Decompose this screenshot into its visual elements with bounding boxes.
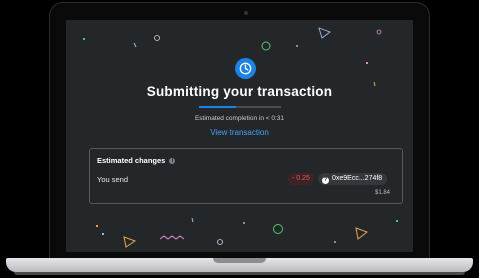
confetti-squiggle <box>159 235 185 240</box>
confetti-circle <box>376 29 382 35</box>
confetti-circle <box>154 35 160 41</box>
confetti-dash <box>133 42 137 48</box>
confetti-dot <box>83 38 85 40</box>
confetti-circle <box>217 239 223 245</box>
estimated-changes-panel: Estimated changes i You send - 0.25 ? 0xe… <box>89 148 403 204</box>
transaction-screen: Submitting your transaction Estimated co… <box>66 20 413 252</box>
confetti-triangle <box>318 27 331 39</box>
send-amount-badge: - 0.25 <box>288 173 314 185</box>
info-icon[interactable]: i <box>169 158 176 165</box>
camera <box>244 11 248 15</box>
confetti-circle <box>273 224 283 234</box>
confetti-dot <box>366 62 368 64</box>
you-send-label: You send <box>97 175 129 184</box>
confetti-circle <box>261 41 271 51</box>
confetti-dot <box>102 233 104 235</box>
laptop-notch <box>213 258 266 263</box>
estimated-changes-label: Estimated changes <box>97 156 166 165</box>
estimated-completion-text: Estimated completion in < 0:31 <box>194 115 285 122</box>
confetti-dot <box>334 241 336 243</box>
confetti-dot <box>396 220 398 222</box>
laptop-base-shadow <box>14 272 465 275</box>
confetti-dash <box>191 217 194 223</box>
estimated-changes-heading: Estimated changes i <box>97 156 176 165</box>
confetti-triangle <box>355 227 369 240</box>
token-address-pill[interactable]: ? 0xe9Ecc...274f8 <box>318 173 388 185</box>
token-address: 0xe9Ecc...274f8 <box>332 175 383 182</box>
confetti-dot <box>296 45 298 47</box>
confetti-dot <box>243 222 245 224</box>
progress-fill <box>199 106 236 108</box>
progress-bar <box>199 106 281 108</box>
fiat-value: $1.84 <box>375 190 391 196</box>
confetti-triangle <box>123 236 137 248</box>
view-transaction-link[interactable]: View transaction <box>66 128 413 137</box>
confetti-dot <box>96 225 98 227</box>
token-icon: ? <box>322 177 329 184</box>
page-title: Submitting your transaction <box>146 84 333 99</box>
clock-icon <box>235 58 256 79</box>
